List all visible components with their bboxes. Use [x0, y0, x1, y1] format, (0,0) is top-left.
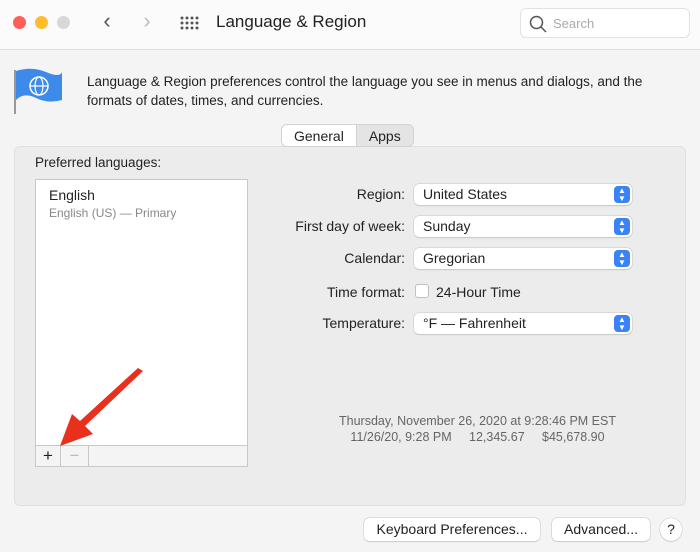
help-button[interactable]: ? — [660, 518, 682, 541]
search-input[interactable]: Search — [520, 8, 690, 38]
tab-apps[interactable]: Apps — [357, 125, 413, 146]
first-day-select[interactable]: Sunday ▲ ▼ — [414, 216, 632, 237]
back-button[interactable]: ‹ — [97, 8, 117, 34]
window-title: Language & Region — [216, 12, 367, 31]
region-value: United States — [423, 186, 508, 202]
language-name: English — [49, 187, 95, 203]
number-sample: 12,345.67 — [469, 430, 525, 444]
tab-general[interactable]: General — [282, 125, 357, 146]
chevron-updown-icon: ▲ ▼ — [614, 218, 630, 235]
chevron-updown-icon: ▲ ▼ — [614, 250, 630, 267]
minimize-button[interactable] — [35, 16, 48, 29]
region-label: Region: — [356, 186, 405, 202]
forward-button[interactable]: › — [137, 8, 157, 34]
short-date-sample: 11/26/20, 9:28 PM — [350, 430, 452, 444]
tab-bar: General Apps — [281, 124, 414, 147]
keyboard-preferences-button[interactable]: Keyboard Preferences... — [364, 518, 540, 541]
currency-sample: $45,678.90 — [542, 430, 605, 444]
24-hour-checkbox[interactable] — [415, 284, 429, 298]
first-day-label: First day of week: — [295, 218, 405, 234]
chevron-updown-icon: ▲ ▼ — [614, 315, 630, 332]
advanced-button[interactable]: Advanced... — [552, 518, 650, 541]
globe-flag-icon — [14, 68, 62, 114]
preferred-languages-heading: Preferred languages: — [35, 155, 162, 170]
calendar-label: Calendar: — [344, 250, 405, 266]
format-samples: 11/26/20, 9:28 PM 12,345.67 $45,678.90 — [250, 430, 700, 444]
calendar-select[interactable]: Gregorian ▲ ▼ — [414, 248, 632, 269]
red-arrow-annotation — [60, 368, 143, 446]
search-placeholder: Search — [553, 16, 595, 31]
search-icon — [529, 15, 547, 33]
zoom-button[interactable] — [57, 16, 70, 29]
first-day-value: Sunday — [423, 218, 471, 234]
calendar-value: Gregorian — [423, 250, 486, 266]
list-item[interactable]: English English (US) — Primary — [49, 187, 176, 220]
close-button[interactable] — [13, 16, 26, 29]
temperature-label: Temperature: — [322, 315, 405, 331]
title-bar: ‹ › Language & Region Search — [0, 0, 700, 50]
show-all-grid-icon[interactable] — [180, 16, 200, 30]
time-format-label: Time format: — [326, 284, 405, 300]
chevron-updown-icon: ▲ ▼ — [614, 186, 630, 203]
region-select[interactable]: United States ▲ ▼ — [414, 184, 632, 205]
temperature-select[interactable]: °F — Fahrenheit ▲ ▼ — [414, 313, 632, 334]
temperature-value: °F — Fahrenheit — [423, 315, 526, 331]
date-format-sample: Thursday, November 26, 2020 at 9:28:46 P… — [339, 414, 616, 428]
24-hour-label: 24-Hour Time — [436, 284, 521, 300]
description: Language & Region preferences control th… — [87, 74, 643, 108]
language-detail: English (US) — Primary — [49, 206, 177, 220]
